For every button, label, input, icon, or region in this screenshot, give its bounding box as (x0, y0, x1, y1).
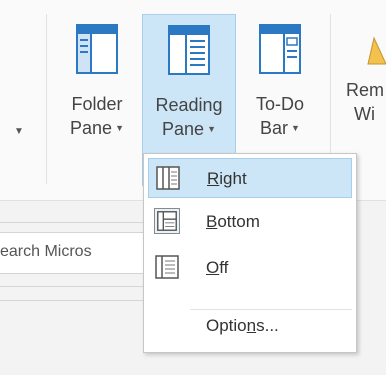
folder-pane-label-2: Pane ▼ (70, 118, 124, 138)
reminders-label-1[interactable]: Rem (346, 80, 384, 101)
reading-pane-icon (168, 25, 210, 80)
reminders-bell-icon (367, 36, 386, 65)
folder-pane-label-1: Folder (71, 94, 123, 114)
menu-item-right[interactable]: Right (148, 158, 352, 198)
reading-pane-off-icon (155, 255, 179, 279)
menu-item-off[interactable]: Off (148, 248, 352, 288)
menu-item-bottom[interactable]: Bottom (148, 202, 352, 242)
reading-pane-label-2: Pane ▼ (162, 119, 216, 139)
todo-bar-label-1: To-Do (255, 94, 304, 114)
reading-pane-right-icon (156, 166, 180, 190)
caret-down-icon: ▼ (207, 124, 216, 134)
folder-pane-button[interactable]: Folder Pane ▼ (56, 14, 138, 186)
reading-pane-bottom-icon (154, 208, 180, 234)
reading-pane-label-1: Reading (155, 95, 223, 115)
folder-pane-icon (76, 24, 118, 79)
todo-bar-icon (259, 24, 301, 79)
reminders-label-2[interactable]: Wi (354, 104, 375, 125)
chevron-down-icon[interactable]: ▼ (14, 126, 24, 137)
menu-item-options-label: Options... (206, 316, 279, 335)
caret-down-icon: ▼ (115, 123, 124, 133)
ribbon-separator (46, 14, 47, 184)
todo-bar-label-2: Bar ▼ (260, 118, 300, 138)
menu-item-options[interactable]: Options... (148, 306, 352, 346)
caret-down-icon: ▼ (291, 123, 300, 133)
reading-pane-menu: Right Bottom Off Options... (143, 153, 357, 353)
menu-item-right-label: Right (207, 169, 247, 188)
search-placeholder: earch Micros (0, 243, 92, 260)
menu-item-bottom-label: Bottom (206, 212, 260, 231)
menu-item-off-label: Off (206, 258, 229, 277)
